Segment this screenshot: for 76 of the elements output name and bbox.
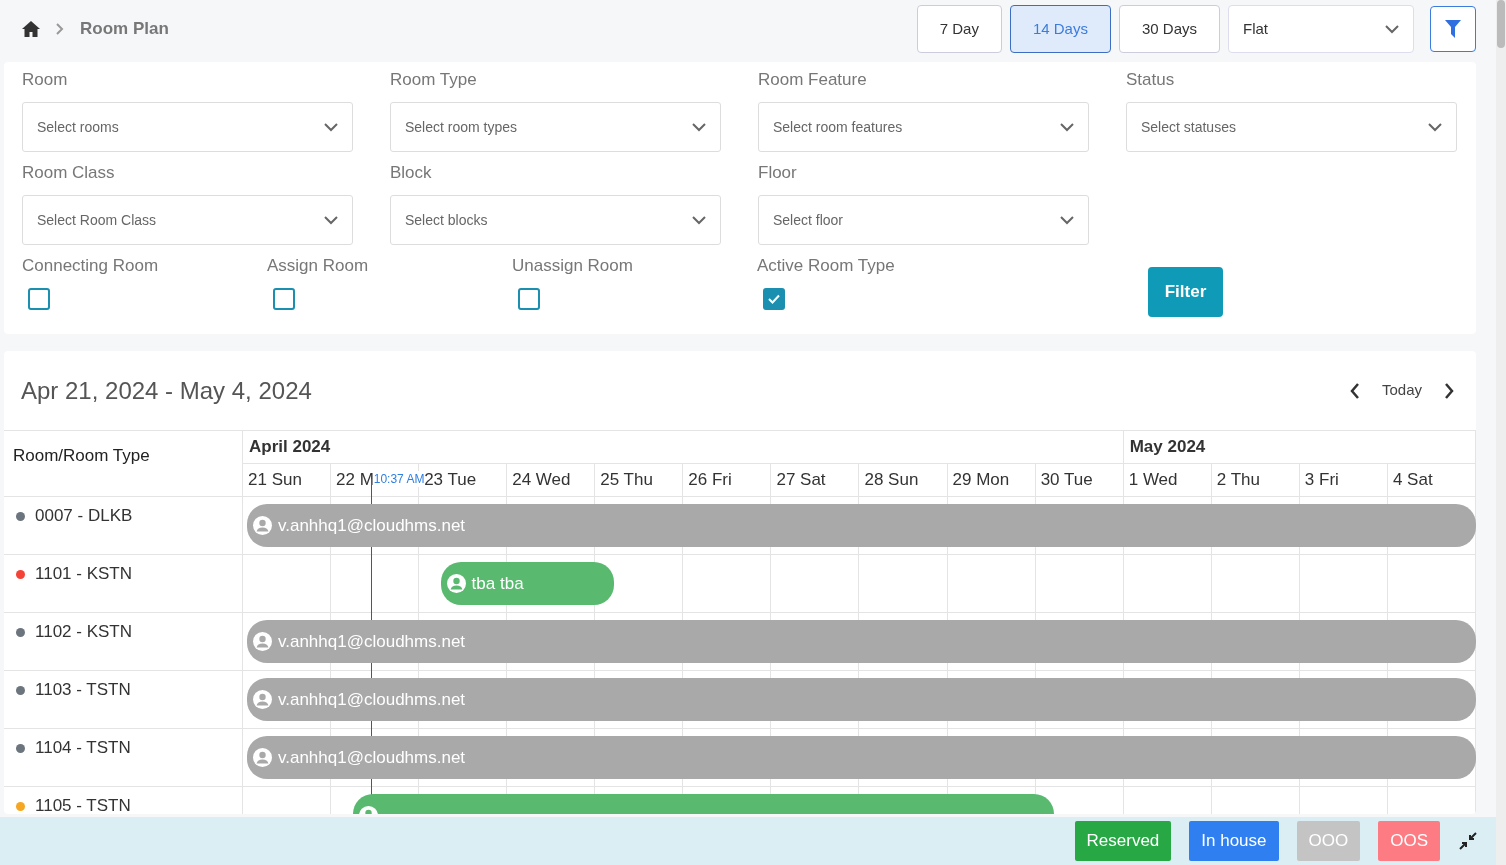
checkbox-label: Assign Room bbox=[267, 256, 370, 276]
legend-button[interactable]: Reserved bbox=[1074, 821, 1172, 861]
room-name: 1103 - TSTN bbox=[35, 679, 131, 701]
page-title: Room Plan bbox=[80, 18, 169, 41]
day-header: 2 Thu bbox=[1211, 463, 1300, 496]
field-label: Status bbox=[1126, 70, 1176, 90]
chevron-down-icon bbox=[1428, 122, 1442, 132]
view-tab[interactable]: 7 Day bbox=[916, 5, 1002, 53]
today-button[interactable]: Today bbox=[1381, 379, 1422, 402]
filter-icon bbox=[1445, 20, 1461, 38]
chevron-right-icon bbox=[56, 23, 64, 35]
user-icon bbox=[253, 516, 272, 535]
field-label: Block bbox=[390, 163, 433, 183]
chevron-down-icon bbox=[1385, 24, 1399, 34]
user-icon bbox=[253, 748, 272, 767]
month-header: April 2024 bbox=[243, 431, 1124, 463]
checkbox[interactable] bbox=[518, 288, 540, 310]
chevron-left-icon bbox=[1349, 383, 1360, 400]
day-header: 28 Sun bbox=[859, 463, 948, 496]
view-tab[interactable]: 14 Days bbox=[1009, 5, 1111, 53]
layout-select[interactable]: Flat bbox=[1228, 5, 1414, 53]
home-icon[interactable] bbox=[22, 21, 40, 37]
checkbox[interactable] bbox=[763, 288, 785, 310]
chevron-down-icon bbox=[324, 122, 338, 132]
column-header: Room/Room Type bbox=[4, 431, 243, 496]
day-header: 21 Sun bbox=[243, 463, 332, 496]
room-name: 0007 - DLKB bbox=[35, 505, 133, 527]
chevron-right-icon bbox=[1444, 383, 1454, 400]
select-field[interactable]: Select room features bbox=[758, 102, 1089, 152]
checkbox[interactable] bbox=[28, 288, 50, 310]
select-field[interactable]: Select blocks bbox=[390, 195, 721, 245]
user-icon bbox=[253, 632, 272, 651]
collapse-icon[interactable] bbox=[1458, 831, 1478, 851]
day-header: 3 Fri bbox=[1299, 463, 1388, 496]
checkbox-label: Connecting Room bbox=[22, 256, 160, 276]
room-name: 1105 - TSTN bbox=[35, 795, 131, 814]
select-field[interactable]: Select statuses bbox=[1126, 102, 1457, 152]
chevron-down-icon bbox=[1060, 215, 1074, 225]
chevron-down-icon bbox=[324, 215, 338, 225]
room-name: 1104 - TSTN bbox=[35, 737, 131, 759]
chevron-down-icon bbox=[1060, 122, 1074, 132]
day-header: 26 Fri bbox=[683, 463, 772, 496]
day-header: 4 Sat bbox=[1387, 463, 1476, 496]
filter-submit-button[interactable]: Filter bbox=[1148, 267, 1223, 317]
checkbox[interactable] bbox=[273, 288, 295, 310]
room-name: 1102 - KSTN bbox=[35, 621, 132, 643]
select-field[interactable]: Select rooms bbox=[22, 102, 353, 152]
view-tab[interactable]: 30 Days bbox=[1118, 5, 1220, 53]
legend-button[interactable]: In house bbox=[1189, 821, 1279, 861]
field-label: Floor bbox=[758, 163, 798, 183]
select-field[interactable]: Select floor bbox=[758, 195, 1089, 245]
field-label: Room Class bbox=[22, 163, 116, 183]
check-icon bbox=[768, 294, 780, 304]
day-header: 27 Sat bbox=[771, 463, 860, 496]
day-header: 29 Mon bbox=[947, 463, 1036, 496]
month-header: May 2024 bbox=[1123, 431, 1476, 463]
day-header: 25 Thu bbox=[595, 463, 684, 496]
filter-button[interactable] bbox=[1430, 6, 1476, 52]
date-range: Apr 21, 2024 - May 4, 2024 bbox=[20, 376, 313, 406]
room-name: 1101 - KSTN bbox=[35, 563, 132, 585]
current-time-label: 10:37 AM bbox=[372, 471, 426, 487]
scrollbar[interactable] bbox=[1496, 0, 1506, 865]
select-field[interactable]: Select Room Class bbox=[22, 195, 353, 245]
day-header: 1 Wed bbox=[1123, 463, 1212, 496]
field-label: Room Feature bbox=[758, 70, 868, 90]
user-icon bbox=[253, 690, 272, 709]
day-header: 24 Wed bbox=[507, 463, 596, 496]
select-field[interactable]: Select room types bbox=[390, 102, 721, 152]
chevron-down-icon bbox=[692, 215, 706, 225]
chevron-down-icon bbox=[692, 122, 706, 132]
checkbox-label: Active Room Type bbox=[757, 256, 896, 276]
field-label: Room Type bbox=[390, 70, 478, 90]
field-label: Room bbox=[22, 70, 69, 90]
checkbox-label: Unassign Room bbox=[512, 256, 634, 276]
day-header: 30 Tue bbox=[1035, 463, 1124, 496]
user-icon bbox=[446, 574, 466, 593]
